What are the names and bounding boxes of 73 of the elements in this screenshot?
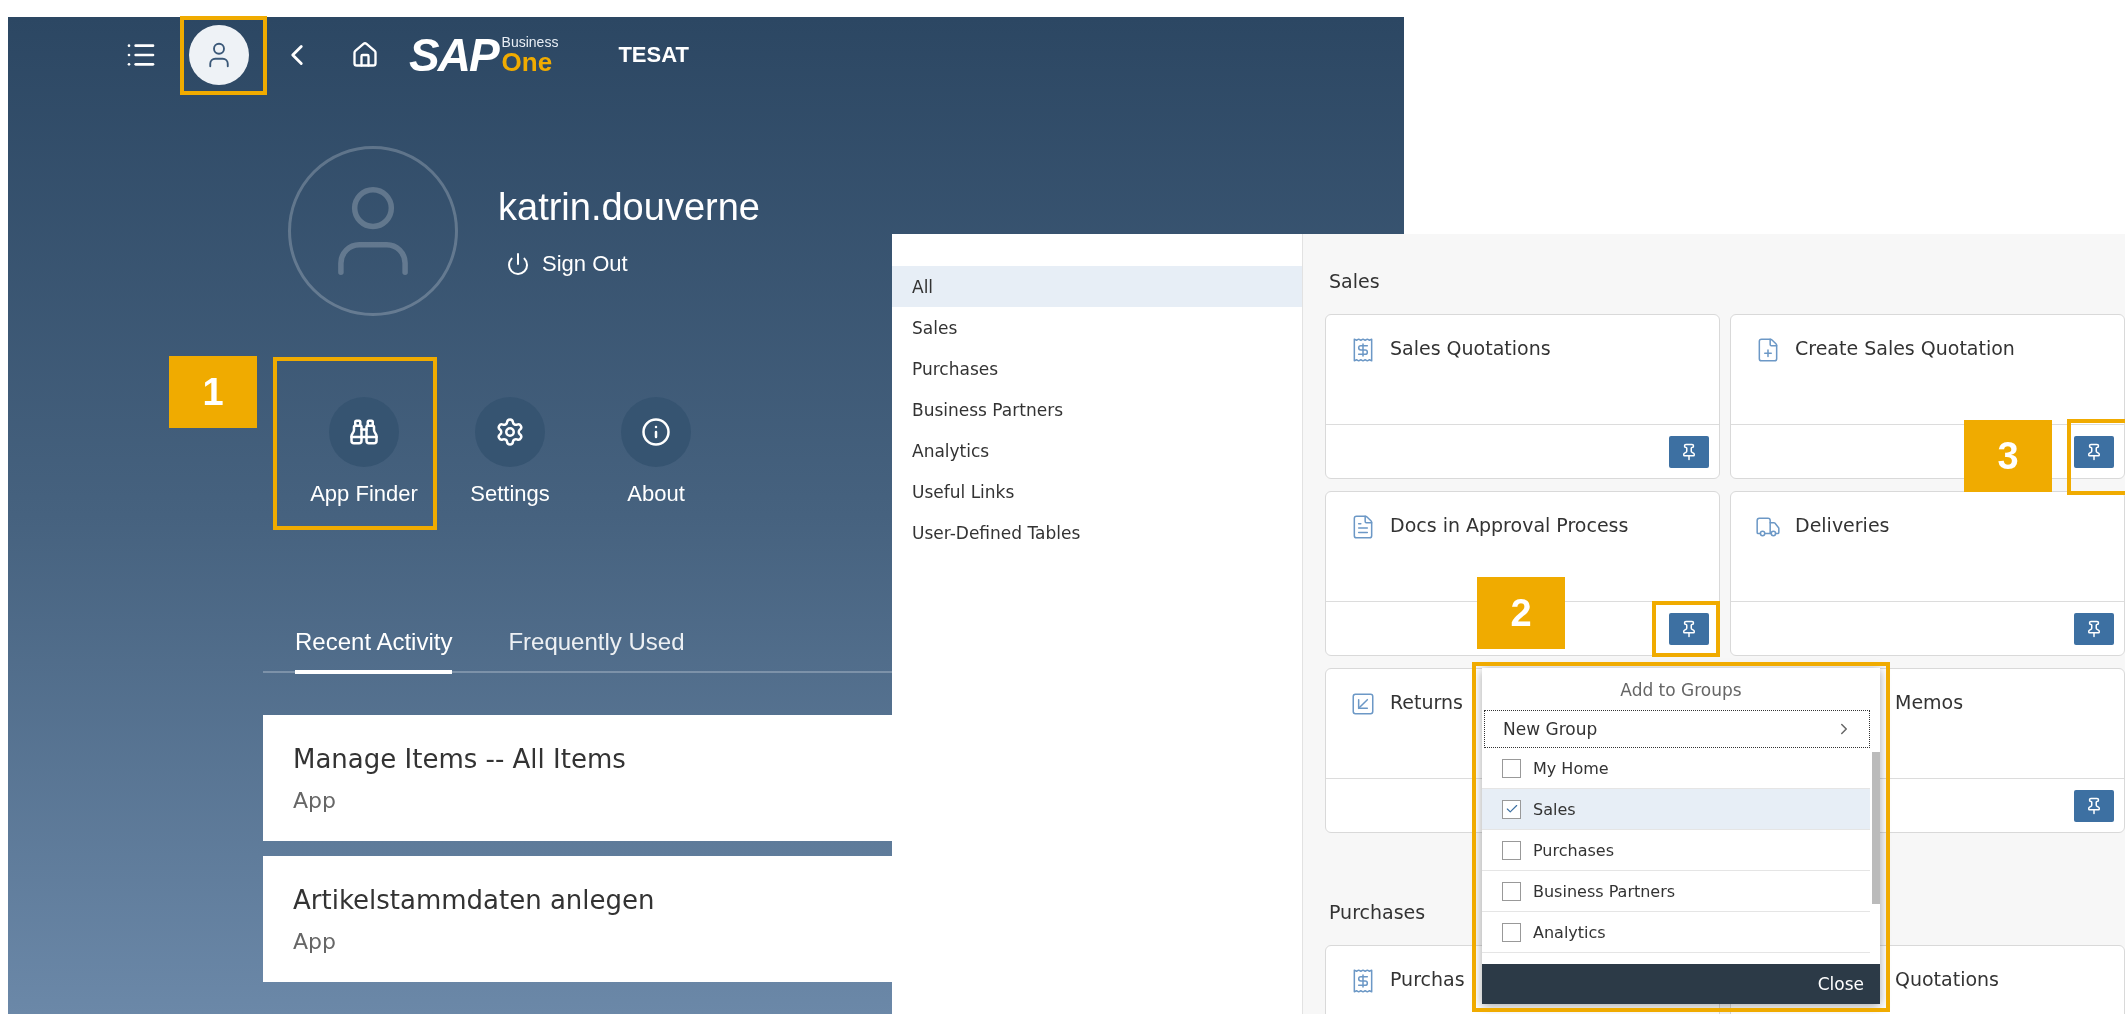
checkmark-icon bbox=[1504, 802, 1519, 816]
tile-title: Sales Quotations bbox=[1390, 337, 1551, 359]
action-button[interactable]: Settings bbox=[444, 397, 576, 507]
tile-title: Deliveries bbox=[1795, 514, 1890, 536]
recent-item-card[interactable]: Artikelstammdaten anlegen App bbox=[263, 856, 892, 982]
tab[interactable]: Recent Activity bbox=[295, 628, 453, 674]
new-group-button[interactable]: New Group bbox=[1484, 710, 1870, 748]
checkbox[interactable] bbox=[1502, 922, 1521, 942]
category-item[interactable]: All bbox=[892, 266, 1302, 307]
category-item[interactable]: Sales bbox=[892, 307, 1302, 348]
settings-icon bbox=[495, 417, 525, 447]
group-row[interactable]: Analytics bbox=[1482, 912, 1870, 953]
group-label: Purchases bbox=[1533, 840, 1614, 860]
action-button[interactable]: About bbox=[590, 397, 722, 507]
recent-item-title: Artikelstammdaten anlegen bbox=[293, 884, 655, 915]
app-tile[interactable]: Sales Quotations bbox=[1325, 314, 1720, 479]
shell-title: TESAT bbox=[618, 42, 689, 68]
pin-icon bbox=[2085, 442, 2103, 461]
pin-button[interactable] bbox=[2074, 435, 2114, 468]
tile-title: Docs in Approval Process bbox=[1390, 514, 1629, 536]
group-label: Sales bbox=[1533, 799, 1576, 819]
group-row[interactable]: My Home bbox=[1482, 748, 1870, 789]
group-label: Business Partners bbox=[1533, 881, 1676, 901]
pin-button[interactable] bbox=[1669, 435, 1709, 468]
tile-title: Purchas bbox=[1390, 968, 1465, 990]
pin-icon bbox=[1680, 619, 1698, 638]
recent-item-title: Manage Items -- All Items bbox=[293, 743, 626, 774]
group-label: Analytics bbox=[1533, 922, 1606, 942]
recent-item-type: App bbox=[293, 928, 336, 954]
section-title: Sales bbox=[1329, 270, 1380, 292]
tile-title: Returns bbox=[1390, 691, 1463, 713]
step-number: 3 bbox=[1964, 420, 2052, 492]
pin-button[interactable] bbox=[1669, 612, 1709, 645]
power-icon bbox=[506, 251, 530, 276]
user-avatar-button[interactable] bbox=[189, 25, 249, 85]
tile-title: Quotations bbox=[1895, 968, 1999, 990]
category-item[interactable]: Analytics bbox=[892, 430, 1302, 471]
tab[interactable]: Frequently Used bbox=[508, 628, 685, 674]
section-title: Purchases bbox=[1329, 901, 1426, 923]
tile-title: Create Sales Quotation bbox=[1795, 337, 2015, 359]
checkbox[interactable] bbox=[1502, 881, 1521, 901]
arrow-in-box-icon bbox=[1350, 691, 1376, 717]
recent-item-card[interactable]: Manage Items -- All Items App bbox=[263, 715, 892, 841]
app-tile[interactable]: Deliveries bbox=[1730, 491, 2125, 656]
step-number: 2 bbox=[1477, 577, 1565, 649]
category-item[interactable]: User-Defined Tables bbox=[892, 512, 1302, 553]
tile-title: Memos bbox=[1895, 691, 1964, 713]
step-number: 1 bbox=[169, 356, 257, 428]
action-button[interactable]: App Finder bbox=[298, 397, 430, 507]
checkbox[interactable] bbox=[1502, 758, 1521, 778]
checkbox[interactable] bbox=[1502, 799, 1521, 819]
user-name: katrin.douverne bbox=[498, 185, 760, 229]
recent-item-type: App bbox=[293, 787, 336, 813]
pin-button[interactable] bbox=[2074, 789, 2114, 822]
pin-icon bbox=[2085, 619, 2103, 638]
pin-icon bbox=[1680, 442, 1698, 461]
category-item[interactable]: Business Partners bbox=[892, 389, 1302, 430]
scrollbar[interactable] bbox=[1872, 752, 1880, 904]
pin-icon bbox=[2085, 796, 2103, 815]
home-icon bbox=[351, 41, 379, 69]
category-item[interactable]: Useful Links bbox=[892, 471, 1302, 512]
category-item[interactable]: Purchases bbox=[892, 348, 1302, 389]
group-row[interactable]: Sales bbox=[1482, 789, 1870, 830]
sign-out-button[interactable]: Sign Out bbox=[498, 250, 760, 277]
group-label: My Home bbox=[1533, 758, 1609, 778]
pin-button[interactable] bbox=[2074, 612, 2114, 645]
info-icon bbox=[641, 417, 671, 447]
binoculars-icon bbox=[349, 417, 379, 447]
checkbox[interactable] bbox=[1502, 840, 1521, 860]
highlight-frame bbox=[1652, 601, 1720, 657]
close-button[interactable]: Close bbox=[1811, 973, 1870, 995]
group-row[interactable]: Business Partners bbox=[1482, 871, 1870, 912]
group-row[interactable]: Purchases bbox=[1482, 830, 1870, 871]
